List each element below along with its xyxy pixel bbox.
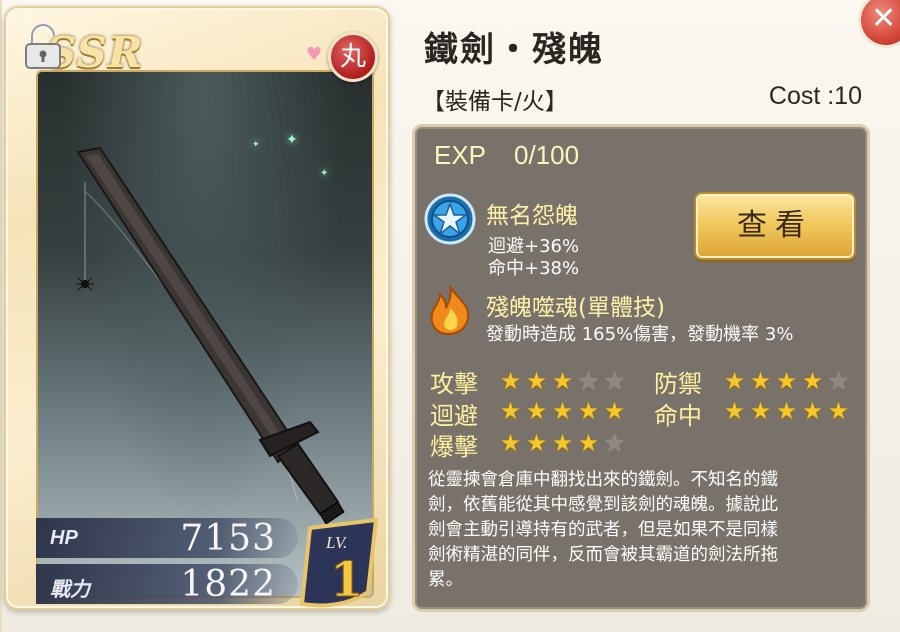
star-filled-icon: ★ — [749, 367, 772, 395]
sparkle-icon: ✦ — [252, 140, 260, 150]
hp-label: HP — [50, 527, 78, 549]
level-value: 1 — [330, 552, 363, 608]
card-type: 【裝備卡/火】 — [422, 89, 568, 115]
star-empty-icon: ★ — [603, 367, 626, 395]
skill-effect-2: 命中+38% — [488, 258, 580, 279]
star-filled-icon: ★ — [827, 397, 850, 425]
exp-row: EXP 0/100 — [434, 140, 579, 171]
card-description: 從靈揀會倉庫中翻找出來的鐵劍。不知名的鐵 劍，依舊能從其中感覺到該劍的魂魄。據說… — [428, 470, 778, 590]
sparkle-icon: ✦ — [320, 168, 329, 179]
attr-label-attack: 攻擊 — [430, 370, 478, 398]
attr-label-defense: 防禦 — [654, 370, 702, 398]
star-filled-icon: ★ — [775, 397, 798, 425]
attr-label-accuracy: 命中 — [654, 402, 702, 430]
attr-stars-defense: ★ ★ ★ ★ ★ — [722, 368, 851, 394]
skill-name-1: 無名怨魄 — [486, 203, 578, 229]
attr-stars-accuracy: ★ ★ ★ ★ ★ — [722, 398, 851, 424]
power-stat: 戰力 1822 — [36, 564, 298, 605]
close-icon: ✕ — [871, 1, 897, 36]
star-filled-icon: ★ — [749, 397, 772, 425]
equipment-card[interactable]: ✦ ✦ ✦ SSR ♥ 丸 HP 7153 戰力 1822 LV. 1 — [4, 6, 390, 610]
hp-stat: HP 7153 — [36, 518, 298, 559]
card-title: 鐵劍・殘魄 — [424, 30, 604, 70]
star-filled-icon: ★ — [551, 429, 574, 457]
star-badge-icon — [424, 193, 476, 245]
star-filled-icon: ★ — [603, 397, 626, 425]
card-cost: Cost :10 — [768, 82, 862, 110]
skill-effect-3: 發動時造成 165%傷害，發動機率 3% — [486, 324, 794, 345]
star-filled-icon: ★ — [525, 397, 548, 425]
star-filled-icon: ★ — [499, 397, 522, 425]
star-filled-icon: ★ — [525, 367, 548, 395]
lock-icon[interactable] — [20, 22, 66, 72]
attr-stars-evasion: ★ ★ ★ ★ ★ — [498, 398, 627, 424]
star-empty-icon: ★ — [827, 367, 850, 395]
exp-label: EXP — [434, 140, 487, 170]
hp-value: 7153 — [180, 518, 276, 559]
star-filled-icon: ★ — [801, 367, 824, 395]
star-filled-icon: ★ — [801, 397, 824, 425]
level-badge: LV. 1 — [299, 518, 379, 609]
star-filled-icon: ★ — [723, 367, 746, 395]
exp-value: 0/100 — [514, 140, 580, 170]
star-filled-icon: ★ — [525, 429, 548, 457]
star-filled-icon: ★ — [577, 429, 600, 457]
attr-label-critical: 爆擊 — [430, 433, 478, 461]
power-value: 1822 — [180, 564, 276, 605]
attr-label-evasion: 迴避 — [430, 402, 478, 430]
star-filled-icon: ★ — [577, 397, 600, 425]
view-button[interactable]: 查看 — [694, 192, 856, 260]
star-filled-icon: ★ — [499, 429, 522, 457]
attr-stars-attack: ★ ★ ★ ★ ★ — [498, 368, 627, 394]
flame-icon — [430, 285, 470, 336]
sparkle-icon: ✦ — [286, 132, 298, 148]
star-filled-icon: ★ — [499, 367, 522, 395]
heart-icon: ♥ — [306, 44, 323, 65]
star-filled-icon: ★ — [723, 397, 746, 425]
fire-element-icon: 丸 — [328, 32, 378, 82]
star-empty-icon: ★ — [603, 429, 626, 457]
star-filled-icon: ★ — [551, 367, 574, 395]
star-filled-icon: ★ — [551, 397, 574, 425]
attr-stars-critical: ★ ★ ★ ★ ★ — [498, 430, 627, 456]
star-filled-icon: ★ — [775, 367, 798, 395]
power-label: 戰力 — [50, 579, 90, 601]
level-label: LV. — [325, 533, 348, 552]
star-empty-icon: ★ — [577, 367, 600, 395]
skill-name-2: 殘魄噬魂(單體技) — [486, 295, 665, 321]
